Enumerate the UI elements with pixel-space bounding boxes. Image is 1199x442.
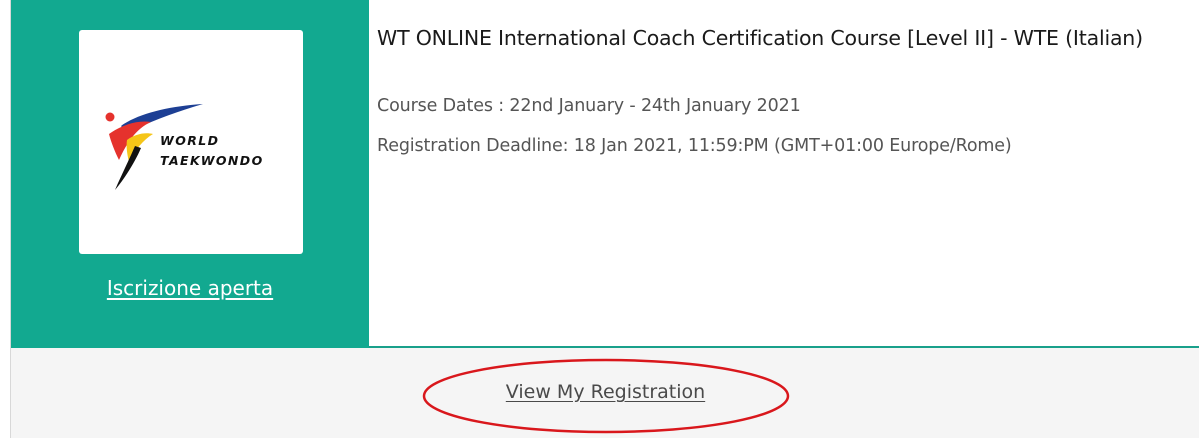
course-details: WT ONLINE International Coach Certificat…: [369, 0, 1199, 346]
logo-wordmark: WORLD TAEKWONDO: [160, 131, 264, 171]
course-title[interactable]: WT ONLINE International Coach Certificat…: [377, 21, 1167, 55]
course-card-top: WORLD TAEKWONDO Iscrizione aperta WT ONL…: [11, 0, 1199, 348]
course-image-panel: WORLD TAEKWONDO Iscrizione aperta: [11, 0, 369, 348]
course-dates: Course Dates : 22nd January - 24th Janua…: [377, 96, 801, 116]
registration-status-link[interactable]: Iscrizione aperta: [11, 276, 369, 300]
course-card: WORLD TAEKWONDO Iscrizione aperta WT ONL…: [10, 0, 1199, 438]
course-card-footer: View My Registration: [11, 348, 1199, 438]
logo-line-taekwondo: TAEKWONDO: [160, 153, 264, 168]
world-taekwondo-logo: WORLD TAEKWONDO: [79, 30, 303, 254]
view-my-registration-link[interactable]: View My Registration: [11, 381, 1199, 403]
logo-line-world: WORLD: [160, 133, 220, 148]
registration-deadline: Registration Deadline: 18 Jan 2021, 11:5…: [377, 136, 1012, 156]
